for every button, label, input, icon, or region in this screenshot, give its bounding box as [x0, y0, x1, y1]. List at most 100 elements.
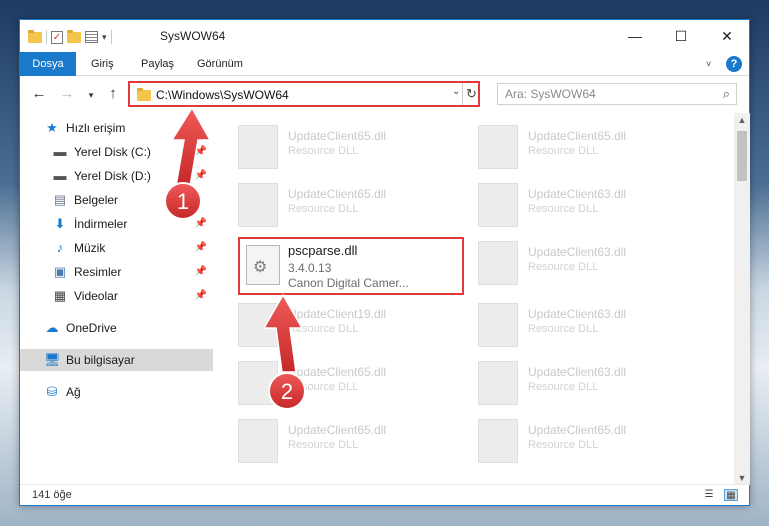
search-input[interactable]: Ara: SysWOW64 [505, 87, 596, 101]
list-item[interactable]: UpdateClient65.dll Resource DLL [238, 415, 438, 467]
pin-icon[interactable]: 📌 [195, 266, 207, 277]
sidebar-item-label: Yerel Disk (C:) [74, 145, 151, 159]
list-item[interactable]: UpdateClient65.dll Resource DLL [238, 357, 438, 409]
highlighted-file-item[interactable]: ⚙ pscparse.dll 3.4.0.13 Canon Digital Ca… [238, 237, 464, 295]
sidebar-item-label: Belgeler [74, 193, 119, 207]
chevron-down-icon[interactable]: ˅ [706, 59, 711, 69]
maximize-button[interactable]: ☐ [658, 20, 704, 52]
search-box[interactable]: Ara: SysWOW64 ⌕ [497, 83, 737, 105]
minimize-button[interactable]: — [612, 20, 658, 52]
address-path[interactable]: C:\Windows\SysWOW64 [156, 88, 289, 102]
list-item[interactable]: UpdateClient65.dll Resource DLL [238, 121, 438, 173]
list-item[interactable]: UpdateClient63.dll Resource DLL [478, 357, 678, 409]
chevron-down-icon[interactable]: ▾ [102, 32, 107, 43]
window-title: SysWOW64 [160, 29, 226, 43]
sidebar-item-label: Yerel Disk (D:) [74, 169, 151, 183]
dll-file-icon [478, 125, 518, 169]
sidebar-item-quick-access[interactable]: ★ Hızlı erişim [20, 117, 213, 139]
sidebar-item-onedrive[interactable]: ☁ OneDrive [20, 317, 213, 339]
large-icons-view-icon[interactable]: ▦ [724, 489, 738, 501]
sidebar-item-local-disk-c[interactable]: ▬ Yerel Disk (C:) 📌 [20, 141, 213, 163]
dll-file-icon [238, 361, 278, 405]
file-name: UpdateClient63.dll [528, 187, 627, 201]
address-bar[interactable]: C:\Windows\SysWOW64 ⌄ ↻ [128, 81, 480, 107]
document-icon: ▤ [53, 192, 67, 207]
recent-locations-chevron-icon[interactable]: ▾ [82, 90, 100, 101]
folder-icon [28, 29, 42, 43]
scroll-down-icon[interactable]: ▼ [734, 473, 750, 483]
details-view-icon[interactable]: ☰ [702, 489, 716, 501]
explorer-window: ✓ ▾ SysWOW64 — ☐ ✕ Dosya Giriş Paylaş Gö… [19, 19, 750, 506]
dll-file-icon [238, 183, 278, 227]
tab-file[interactable]: Dosya [20, 52, 76, 76]
file-name: UpdateClient65.dll [288, 365, 387, 379]
close-button[interactable]: ✕ [704, 20, 750, 52]
scroll-thumb[interactable] [737, 131, 747, 181]
sidebar-item-documents[interactable]: ▤ Belgeler [20, 189, 213, 211]
sidebar-item-videos[interactable]: ▦ Videolar 📌 [20, 285, 213, 307]
file-type: Resource DLL [288, 439, 359, 451]
video-icon: ▦ [53, 288, 67, 303]
tab-share[interactable]: Paylaş [141, 52, 174, 76]
list-item[interactable]: UpdateClient63.dll Resource DLL [478, 179, 678, 231]
view-properties-icon[interactable] [85, 31, 98, 43]
sidebar-item-label: Müzik [74, 241, 106, 255]
drive-icon: ▬ [53, 144, 67, 159]
file-type: Resource DLL [528, 145, 599, 157]
back-arrow-icon[interactable]: ← [30, 85, 48, 102]
list-item[interactable]: UpdateClient63.dll Resource DLL [478, 237, 678, 289]
tab-home[interactable]: Giriş [91, 52, 114, 76]
vertical-scrollbar[interactable]: ▲ ▼ [734, 113, 750, 485]
sidebar-item-network[interactable]: ⛁ Ağ [20, 381, 213, 403]
properties-check-icon[interactable]: ✓ [51, 30, 63, 44]
sidebar-item-this-pc[interactable]: 🖥 Bu bilgisayar [20, 349, 213, 371]
pictures-icon: ▣ [53, 264, 67, 279]
file-list: UpdateClient65.dll Resource DLL UpdateCl… [216, 113, 734, 468]
help-icon[interactable]: ? [726, 56, 742, 72]
new-folder-icon[interactable] [67, 29, 81, 43]
file-name: UpdateClient65.dll [288, 129, 387, 143]
gear-icon: ⚙ [253, 259, 268, 276]
sidebar-item-music[interactable]: ♪ Müzik 📌 [20, 237, 213, 259]
sidebar-item-downloads[interactable]: ⬇ İndirmeler 📌 [20, 213, 213, 235]
dll-file-icon [238, 125, 278, 169]
up-arrow-icon[interactable]: ↑ [104, 85, 122, 102]
file-name: UpdateClient63.dll [528, 365, 627, 379]
sidebar-item-label: İndirmeler [74, 217, 128, 231]
sidebar-item-label: OneDrive [66, 321, 117, 335]
list-item[interactable]: UpdateClient19.dll Resource DLL [238, 299, 438, 351]
pin-icon[interactable]: 📌 [195, 170, 207, 181]
list-item[interactable]: UpdateClient65.dll Resource DLL [238, 179, 438, 231]
refresh-icon[interactable]: ↻ [462, 83, 480, 105]
file-type: Resource DLL [528, 261, 599, 273]
file-name: pscparse.dll [288, 243, 358, 258]
pin-icon[interactable]: 📌 [195, 218, 207, 229]
list-item[interactable]: UpdateClient65.dll Resource DLL [478, 415, 678, 467]
chevron-down-icon[interactable]: ⌄ [452, 86, 460, 97]
status-bar: 141 öğe ☰ ▦ [20, 484, 749, 506]
list-item[interactable]: UpdateClient65.dll Resource DLL [478, 121, 678, 173]
file-type: Resource DLL [528, 203, 599, 215]
sidebar-item-label: Ağ [66, 385, 81, 399]
folder-icon [137, 88, 151, 101]
pin-icon[interactable]: 📌 [195, 290, 207, 301]
pin-icon[interactable]: 📌 [195, 146, 207, 157]
file-type: Resource DLL [528, 323, 599, 335]
file-name: UpdateClient19.dll [288, 307, 387, 321]
pin-icon[interactable]: 📌 [195, 242, 207, 253]
sidebar-item-local-disk-d[interactable]: ▬ Yerel Disk (D:) 📌 [20, 165, 213, 187]
search-icon[interactable]: ⌕ [723, 86, 730, 102]
file-description: Canon Digital Camer... [288, 276, 409, 290]
tab-view[interactable]: Görünüm [197, 52, 243, 76]
network-icon: ⛁ [46, 384, 58, 399]
sidebar-item-pictures[interactable]: ▣ Resimler 📌 [20, 261, 213, 283]
forward-arrow-icon[interactable]: → [58, 85, 76, 102]
computer-icon: 🖥 [44, 352, 61, 367]
divider [110, 30, 112, 44]
dll-file-icon [478, 361, 518, 405]
list-item[interactable]: UpdateClient63.dll Resource DLL [478, 299, 678, 351]
dll-file-icon [238, 419, 278, 463]
file-name: UpdateClient65.dll [288, 423, 387, 437]
dll-file-icon [478, 419, 518, 463]
scroll-up-icon[interactable]: ▲ [734, 115, 750, 125]
